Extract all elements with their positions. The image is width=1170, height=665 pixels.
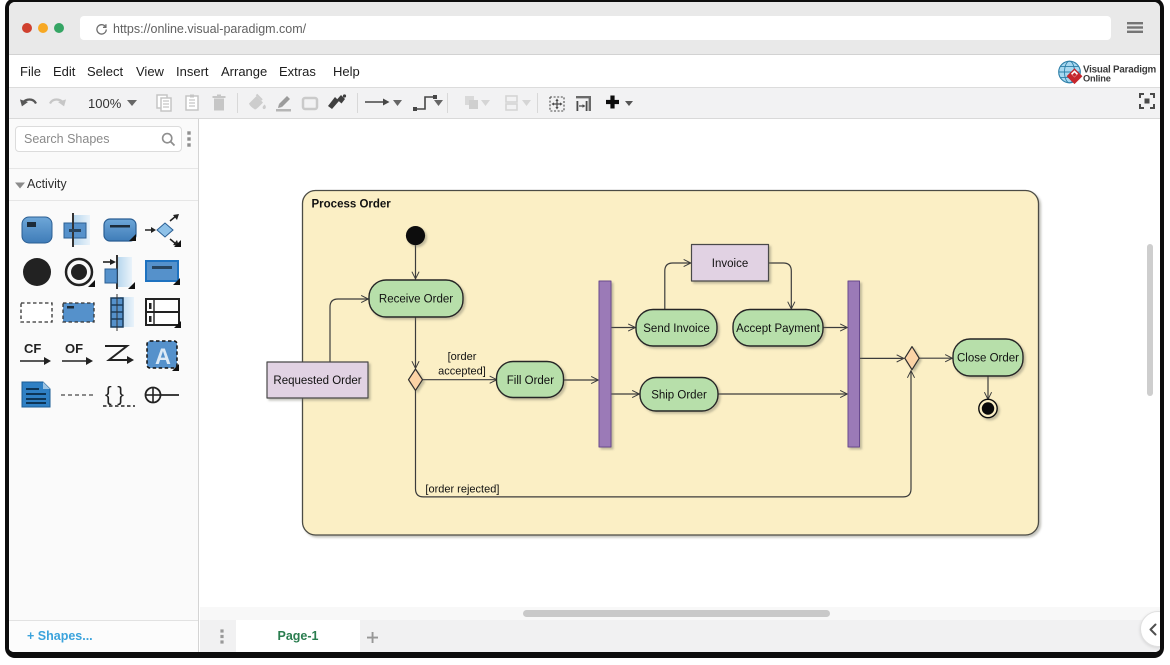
svg-text:CF: CF — [24, 341, 41, 356]
svg-text:{ }: { } — [105, 384, 124, 406]
svg-text:accepted]: accepted] — [438, 366, 486, 378]
svg-text:Process Order: Process Order — [312, 199, 392, 211]
svg-text:Fill Order: Fill Order — [507, 375, 554, 387]
svg-text:Accept Payment: Accept Payment — [736, 323, 821, 335]
svg-text:Send Invoice: Send Invoice — [643, 323, 710, 335]
svg-text:OF: OF — [65, 341, 83, 356]
svg-text:A: A — [155, 344, 171, 369]
svg-text:Invoice: Invoice — [712, 258, 748, 270]
svg-text:Close Order: Close Order — [957, 353, 1019, 365]
svg-text:Receive Order: Receive Order — [379, 294, 453, 306]
svg-text:Online: Online — [1083, 74, 1111, 84]
svg-text:Ship Order: Ship Order — [651, 390, 707, 402]
svg-text:[order: [order — [448, 351, 477, 363]
svg-text:Requested Order: Requested Order — [273, 375, 361, 387]
svg-text:[order rejected]: [order rejected] — [425, 484, 499, 496]
